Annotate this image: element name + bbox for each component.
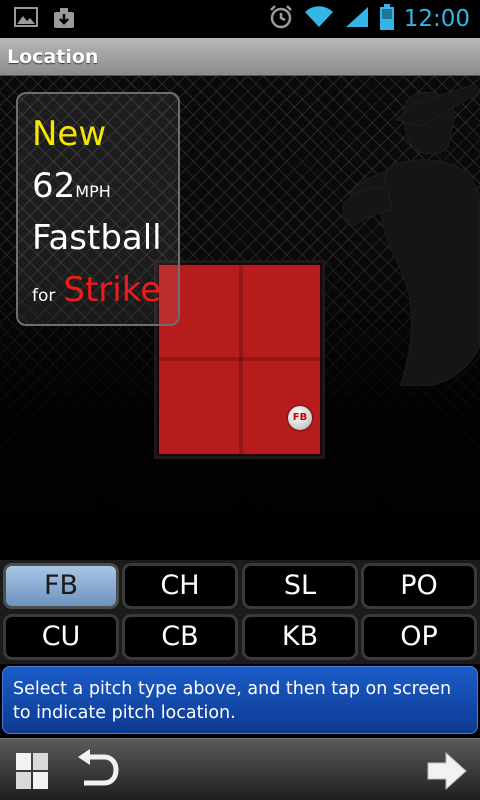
battery-icon — [379, 4, 394, 34]
gallery-icon — [14, 6, 38, 34]
alarm-icon — [268, 4, 294, 34]
pitch-status: New — [32, 114, 107, 154]
batter-silhouette-icon — [343, 86, 480, 386]
bottom-toolbar — [0, 738, 480, 800]
grid-icon[interactable] — [14, 751, 50, 791]
pitch-marker[interactable]: FB — [288, 406, 312, 430]
pitch-button-ch[interactable]: CH — [122, 563, 238, 609]
pitch-button-cu[interactable]: CU — [3, 614, 119, 660]
undo-icon[interactable] — [74, 749, 120, 791]
pitch-location-field[interactable]: FB New 62MPH Fastball for Strike — [0, 76, 480, 560]
pitch-info-panel: New 62MPH Fastball for Strike — [16, 92, 180, 326]
screen: 12:00 Location FB New 62MPH Fastball for… — [0, 0, 480, 800]
signal-icon — [344, 5, 370, 33]
page-title: Location — [7, 46, 99, 68]
pitch-speed: 62MPH — [32, 166, 111, 206]
pitch-button-op[interactable]: OP — [361, 614, 477, 660]
speed-value: 62 — [32, 166, 76, 206]
speed-unit: MPH — [75, 182, 111, 201]
pitch-button-sl[interactable]: SL — [242, 563, 358, 609]
download-icon — [52, 6, 76, 34]
pitch-button-po[interactable]: PO — [361, 563, 477, 609]
title-bar: Location — [0, 38, 480, 76]
pitch-button-fb[interactable]: FB — [3, 563, 119, 609]
result-prefix: for — [32, 286, 56, 306]
wifi-icon — [304, 5, 334, 33]
pitch-type-grid: FB CH SL PO CU CB KB OP — [0, 560, 480, 664]
next-arrow-icon[interactable] — [426, 751, 468, 791]
pitch-button-kb[interactable]: KB — [242, 614, 358, 660]
status-bar: 12:00 — [0, 0, 480, 38]
clock: 12:00 — [403, 6, 470, 32]
instruction-banner: Select a pitch type above, and then tap … — [2, 666, 478, 734]
pitch-type: Fastball — [32, 218, 162, 258]
result-value: Strike — [63, 270, 162, 310]
pitch-button-cb[interactable]: CB — [122, 614, 238, 660]
pitch-result: for Strike — [32, 270, 161, 310]
